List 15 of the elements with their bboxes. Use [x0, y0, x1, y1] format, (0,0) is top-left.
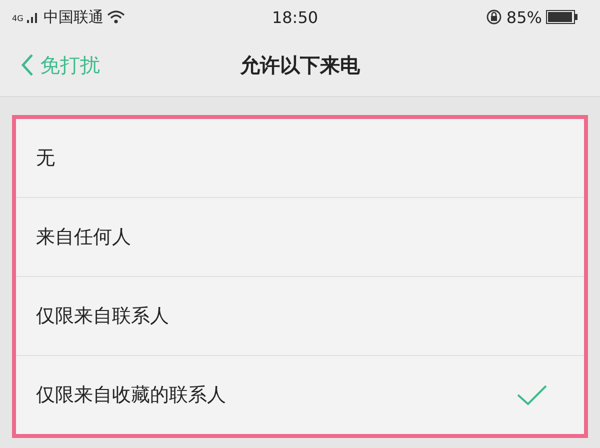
page-title: 允许以下来电: [240, 52, 360, 78]
option-row[interactable]: 无: [16, 119, 584, 198]
checkmark-icon: [516, 384, 548, 406]
option-row[interactable]: 来自任何人: [16, 198, 584, 277]
rotation-lock-icon: [486, 9, 502, 25]
carrier-name: 中国联通: [43, 8, 104, 26]
chevron-left-icon: [20, 53, 34, 77]
battery-icon: [546, 10, 578, 24]
option-row[interactable]: 仅限来自联系人: [16, 277, 584, 356]
option-row[interactable]: 仅限来自收藏的联系人: [16, 356, 584, 434]
battery-percent: 85%: [506, 8, 542, 26]
clock: 18:50: [272, 8, 318, 26]
signal-icon: [27, 11, 40, 23]
wifi-icon: [107, 10, 126, 24]
network-type: 4G: [12, 14, 24, 22]
